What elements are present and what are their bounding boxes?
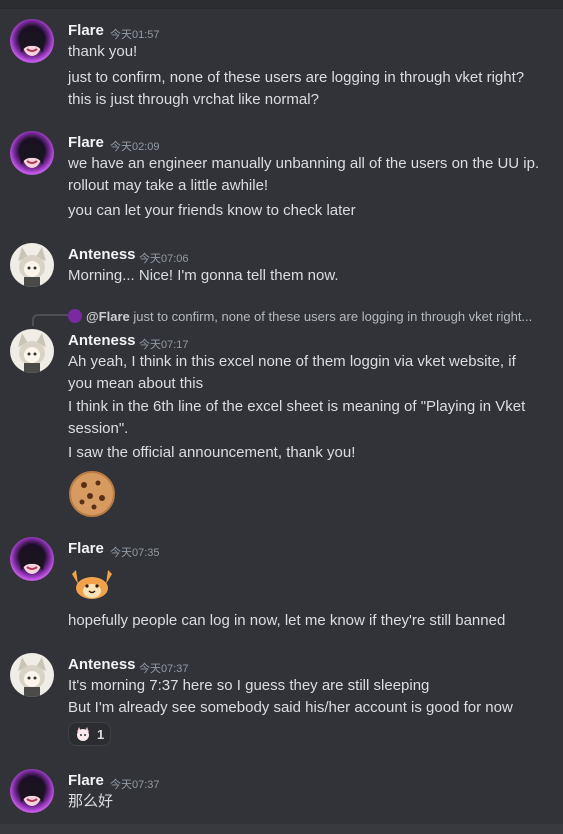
timestamp: 今天07:37 <box>139 663 189 675</box>
avatar[interactable] <box>10 769 54 813</box>
message-text: I think in the 6th line of the excel she… <box>68 398 526 415</box>
reply-avatar-icon <box>68 309 82 323</box>
message-text: rollout may take a little awhile! <box>68 177 269 194</box>
avatar[interactable] <box>10 19 54 63</box>
timestamp: 今天07:35 <box>110 547 160 559</box>
avatar[interactable] <box>10 131 54 175</box>
reply-preview[interactable]: @Flare just to confirm, none of these us… <box>68 309 532 324</box>
message-text: you can let your friends know to check l… <box>68 202 356 219</box>
avatar[interactable] <box>10 243 54 287</box>
avatar[interactable] <box>10 537 54 581</box>
message-text: we have an engineer manually unbanning a… <box>68 155 540 172</box>
reply-connector <box>32 314 68 326</box>
timestamp: 今天01:57 <box>110 29 160 41</box>
message-text: session". <box>68 420 129 437</box>
message-text: But I'm already see somebody said his/he… <box>68 699 513 716</box>
message-text: just to confirm, none of these users are… <box>68 69 525 86</box>
author-name[interactable]: Flare <box>68 22 104 39</box>
timestamp: 今天07:17 <box>139 339 189 351</box>
message-composer[interactable] <box>0 824 563 834</box>
message-text: thank you! <box>68 43 138 60</box>
message-text: Morning... Nice! I'm gonna tell them now… <box>68 267 339 284</box>
author-name[interactable]: Flare <box>68 772 104 789</box>
message-text: It's morning 7:37 here so I guess they a… <box>68 677 430 694</box>
message-text: 那么好 <box>68 793 114 810</box>
avatar[interactable] <box>10 329 54 373</box>
timestamp: 今天02:09 <box>110 141 160 153</box>
author-name[interactable]: Anteness <box>68 332 136 349</box>
author-name[interactable]: Anteness <box>68 246 136 263</box>
message-text: you mean about this <box>68 375 204 392</box>
message-text: hopefully people can log in now, let me … <box>68 612 506 629</box>
message-text: I saw the official announcement, thank y… <box>68 444 356 461</box>
timestamp: 今天07:37 <box>110 779 160 791</box>
reply-author[interactable]: @Flare <box>86 309 130 324</box>
top-bar <box>0 0 563 9</box>
message-text: Ah yeah, I think in this excel none of t… <box>68 353 516 370</box>
message-text: this is just through vrchat like normal? <box>68 91 319 108</box>
reply-text: just to confirm, none of these users are… <box>133 309 533 324</box>
cookie-icon[interactable] <box>68 470 116 518</box>
cat-icon <box>75 726 91 742</box>
author-name[interactable]: Anteness <box>68 656 136 673</box>
avatar[interactable] <box>10 653 54 697</box>
reaction-count: 1 <box>97 726 105 742</box>
timestamp: 今天07:06 <box>139 253 189 265</box>
reaction-button[interactable]: 1 <box>68 722 112 746</box>
author-name[interactable]: Flare <box>68 134 104 151</box>
author-name[interactable]: Flare <box>68 540 104 557</box>
hamster-icon[interactable] <box>68 566 116 600</box>
